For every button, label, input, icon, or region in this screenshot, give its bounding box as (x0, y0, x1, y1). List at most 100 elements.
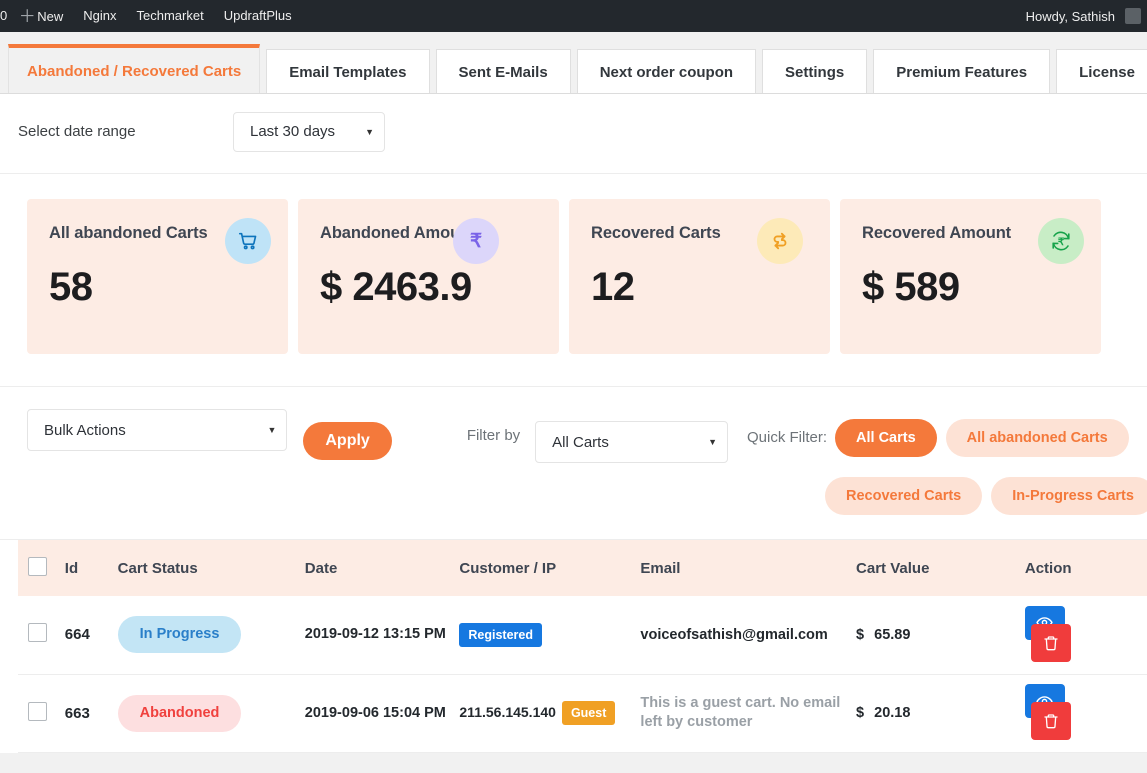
quick-filter-recovered-carts[interactable]: Recovered Carts (825, 477, 983, 515)
tab-license[interactable]: License (1056, 49, 1147, 93)
wp-admin-bar: 0 ＋ New Nginx Techmarket UpdraftPlus How… (0, 0, 1147, 32)
column-header-customer-ip: Customer / IP (459, 540, 641, 596)
select-all-checkbox[interactable] (28, 556, 47, 576)
customer-type-badge: Guest (561, 701, 616, 725)
column-header-email: Email (640, 540, 857, 596)
new-label: New (37, 8, 64, 24)
page-body: Select date range Last 30 days ▼ All aba… (0, 94, 1147, 753)
admin-bar-left: 0 ＋ New Nginx Techmarket UpdraftPlus (0, 0, 302, 32)
bulk-actions-value: Bulk Actions (44, 421, 126, 439)
refresh-cycle-icon (757, 218, 803, 264)
card-all-abandoned-carts: All abandoned Carts 58 (27, 199, 288, 354)
cell-email: voiceofsathish@gmail.com (640, 596, 857, 675)
quick-filter-row-2: Recovered Carts In-Progress Carts (825, 467, 1147, 515)
table-body: 664 In Progress 2019-09-12 13:15 PM Regi… (18, 596, 1147, 753)
cell-action (1024, 674, 1147, 753)
cell-date: 2019-09-06 15:04 PM (304, 674, 460, 753)
tab-premium-features[interactable]: Premium Features (873, 49, 1051, 93)
admin-bar-item-updraftplus[interactable]: UpdraftPlus (214, 0, 302, 32)
quick-filter-all-abandoned-carts[interactable]: All abandoned Carts (945, 419, 1129, 457)
card-value: 12 (591, 265, 635, 309)
filter-by-select[interactable]: All Carts ▼ (535, 421, 728, 463)
quick-filter-all-carts[interactable]: All Carts (835, 419, 937, 457)
date-range-select[interactable]: Last 30 days ▼ (233, 111, 385, 152)
quick-filter-in-progress-carts[interactable]: In-Progress Carts (991, 477, 1147, 515)
carts-table-container: Id Cart Status Date Customer / IP Email … (0, 540, 1147, 753)
column-header-cart-value: Cart Value (856, 540, 1025, 596)
bulk-actions-select[interactable]: Bulk Actions ▼ (27, 409, 288, 451)
card-recovered-amount: Recovered Amount $ 589 ₹ (840, 199, 1101, 354)
status-badge: Abandoned (117, 694, 242, 732)
cell-id: 664 (64, 596, 118, 675)
filter-by-value: All Carts (552, 433, 609, 451)
filter-bar: Bulk Actions ▼ Apply Filter by All Carts… (0, 387, 1147, 540)
date-range-value: Last 30 days (250, 123, 336, 140)
svg-text:₹: ₹ (1058, 237, 1065, 248)
rupee-refresh-icon: ₹ (1038, 218, 1084, 264)
chevron-down-icon: ▼ (365, 126, 374, 137)
row-select-cell (18, 596, 65, 675)
chevron-down-icon: ▼ (267, 425, 277, 435)
column-header-cart-status: Cart Status (117, 540, 305, 596)
table-row: 664 In Progress 2019-09-12 13:15 PM Regi… (18, 596, 1147, 675)
cell-customer-ip: 211.56.145.140 Guest (459, 674, 641, 753)
admin-bar-right: Howdy, Sathish (1018, 8, 1147, 24)
tab-sent-emails[interactable]: Sent E-Mails (435, 49, 571, 93)
cell-cart-status: Abandoned (117, 674, 305, 753)
cart-value-amount: 20.18 (874, 705, 911, 721)
plugin-tab-bar: Abandoned / Recovered Carts Email Templa… (0, 32, 1147, 94)
card-recovered-carts: Recovered Carts 12 (569, 199, 830, 354)
cell-date: 2019-09-12 13:15 PM (304, 596, 460, 675)
cell-cart-value: $65.89 (856, 596, 1025, 675)
new-content-button[interactable]: ＋ New (13, 0, 73, 32)
cell-id: 663 (64, 674, 118, 753)
row-checkbox[interactable] (28, 623, 47, 643)
site-name-item[interactable]: 0 (0, 0, 13, 32)
row-checkbox[interactable] (28, 701, 47, 721)
cell-cart-status: In Progress (117, 596, 305, 675)
quick-filter-label: Quick Filter: (747, 429, 828, 446)
tab-abandoned-recovered-carts[interactable]: Abandoned / Recovered Carts (8, 44, 261, 93)
chevron-down-icon: ▼ (708, 437, 717, 447)
summary-cards: All abandoned Carts 58 Abandoned Amount … (0, 174, 1147, 387)
row-action-group (1024, 605, 1075, 664)
admin-bar-item-techmarket[interactable]: Techmarket (127, 0, 214, 32)
filter-by-label: Filter by (466, 427, 521, 444)
table-header-row: Id Cart Status Date Customer / IP Email … (18, 540, 1147, 596)
column-header-id: Id (64, 540, 118, 596)
tab-next-order-coupon[interactable]: Next order coupon (576, 49, 757, 93)
table-row: 663 Abandoned 2019-09-06 15:04 PM 211.56… (18, 674, 1147, 753)
select-all-header (18, 540, 65, 596)
cell-email: This is a guest cart. No email left by c… (640, 674, 857, 753)
row-select-cell (18, 674, 65, 753)
table-head: Id Cart Status Date Customer / IP Email … (18, 540, 1147, 596)
quick-filter-group: Quick Filter: All Carts All abandoned Ca… (747, 409, 1147, 515)
cell-cart-value: $20.18 (856, 674, 1025, 753)
apply-button[interactable]: Apply (303, 422, 392, 460)
cell-action (1024, 596, 1147, 675)
column-header-date: Date (304, 540, 460, 596)
admin-bar-item-nginx[interactable]: Nginx (73, 0, 126, 32)
cart-value-amount: 65.89 (874, 626, 911, 643)
howdy-user-menu[interactable]: Howdy, Sathish (1018, 9, 1123, 24)
card-abandoned-amount: Abandoned Amount $ 2463.9 ₹ (298, 199, 559, 354)
customer-ip: 211.56.145.140 (459, 703, 556, 720)
tab-settings[interactable]: Settings (762, 49, 868, 93)
card-value: $ 589 (862, 265, 960, 309)
card-title: Abandoned Amount (320, 224, 476, 242)
currency-symbol: $ (856, 705, 865, 721)
status-badge: In Progress (117, 616, 242, 654)
delete-cart-button[interactable] (1030, 623, 1071, 662)
row-action-group (1024, 684, 1075, 742)
date-range-section: Select date range Last 30 days ▼ (0, 94, 1147, 174)
rupee-icon: ₹ (453, 218, 499, 264)
customer-type-badge: Registered (459, 622, 542, 647)
delete-cart-button[interactable] (1030, 702, 1071, 740)
date-range-label: Select date range (18, 123, 136, 140)
column-header-action: Action (1024, 540, 1147, 596)
plus-icon: ＋ (18, 6, 36, 26)
carts-table: Id Cart Status Date Customer / IP Email … (18, 540, 1147, 753)
tab-email-templates[interactable]: Email Templates (266, 49, 430, 93)
cell-customer-ip: Registered (459, 596, 641, 675)
card-value: $ 2463.9 (320, 265, 472, 309)
